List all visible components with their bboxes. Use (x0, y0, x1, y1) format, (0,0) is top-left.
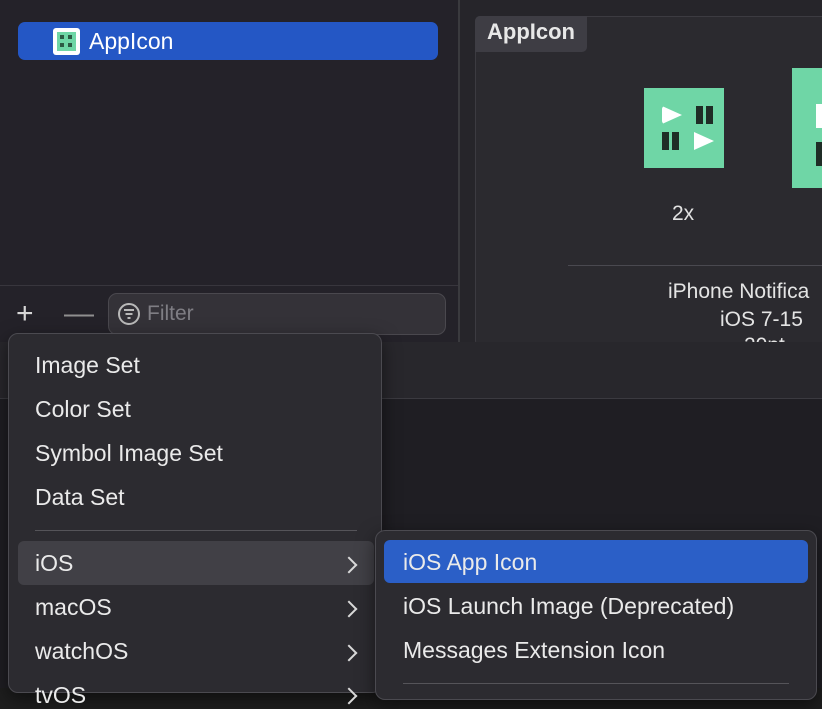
chevron-right-icon (340, 687, 358, 705)
submenu-separator (403, 683, 789, 684)
submenu-item-ios-launch-image[interactable]: iOS Launch Image (Deprecated) (403, 593, 734, 620)
menu-item-macos[interactable]: macOS (35, 594, 112, 621)
scale-label: 2x (672, 202, 695, 225)
filter-placeholder: Filter (147, 302, 194, 325)
play-glyph-icon (662, 106, 682, 124)
menu-item-data-set[interactable]: Data Set (35, 484, 125, 511)
menu-item-watchos[interactable]: watchOS (35, 638, 128, 665)
submenu-item-ios-app-icon[interactable]: iOS App Icon (403, 549, 537, 576)
remove-asset-button[interactable]: — (64, 299, 94, 329)
chevron-right-icon (340, 644, 358, 662)
submenu-item-messages-extension-icon[interactable]: Messages Extension Icon (403, 637, 665, 664)
app-icon-2x-slot[interactable] (644, 88, 724, 168)
menu-item-image-set[interactable]: Image Set (35, 352, 140, 379)
chevron-right-icon (340, 600, 358, 618)
menu-separator (35, 530, 357, 531)
ios-submenu: iOS App Icon iOS Launch Image (Deprecate… (375, 530, 817, 700)
slot-size: 20pt (744, 334, 785, 342)
menu-item-tvos[interactable]: tvOS (35, 682, 86, 709)
pause-glyph-icon (696, 106, 703, 124)
asset-name: AppIcon (89, 27, 174, 54)
add-asset-button[interactable]: + (16, 299, 34, 329)
filter-icon (118, 303, 140, 325)
asset-row-appicon[interactable]: AppIcon (18, 22, 438, 60)
set-name-tag: AppIcon (475, 16, 587, 52)
play-glyph-icon (694, 132, 714, 150)
slot-subtitle: iOS 7-15 (720, 308, 803, 331)
filter-input[interactable]: Filter (108, 293, 446, 335)
menu-item-symbol-image-set[interactable]: Symbol Image Set (35, 440, 223, 467)
slot-title: iPhone Notifica (668, 280, 810, 303)
menu-item-ios[interactable]: iOS (35, 550, 73, 577)
app-icon-3x-slot[interactable] (792, 68, 822, 188)
add-asset-menu: Image Set Color Set Symbol Image Set Dat… (8, 333, 382, 708)
app-icon-thumbnail-icon (53, 27, 80, 55)
menu-item-color-set[interactable]: Color Set (35, 396, 131, 423)
slot-separator (568, 265, 822, 266)
